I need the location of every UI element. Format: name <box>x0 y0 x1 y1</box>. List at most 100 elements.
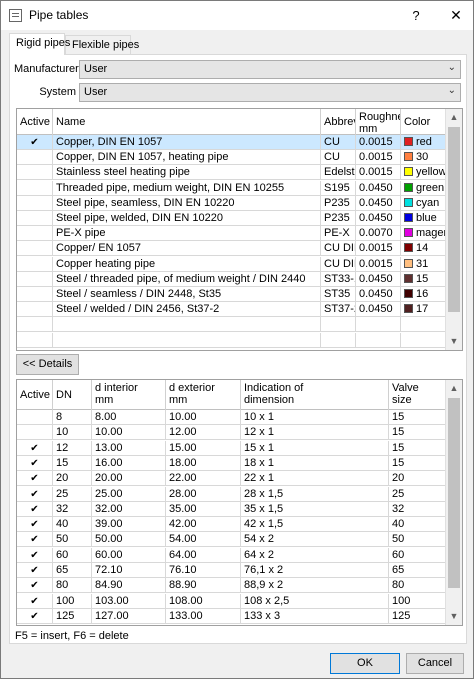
pipe-roughness-cell[interactable]: 0.0450 <box>356 180 401 196</box>
dimension-d-ext-cell[interactable]: 22.00 <box>166 471 241 487</box>
dimension-d-int-cell[interactable]: 13.00 <box>92 440 166 456</box>
pipe-row[interactable] <box>17 317 446 333</box>
dimension-row[interactable]: ✔ 50 50.00 54.00 54 x 2 50 <box>17 532 446 548</box>
active-checkbox[interactable]: ✔ <box>17 593 53 609</box>
pipe-name-cell[interactable]: Steel / threaded pipe, of medium weight … <box>53 271 321 287</box>
col-d-exterior[interactable]: d exterior mm <box>166 380 241 410</box>
dimension-row[interactable]: ✔ 32 32.00 35.00 35 x 1,5 32 <box>17 501 446 517</box>
pipe-name-cell[interactable] <box>53 332 321 348</box>
pipe-row[interactable] <box>17 332 446 348</box>
dimension-dn-cell[interactable]: 40 <box>53 517 92 533</box>
active-checkbox[interactable] <box>17 256 53 272</box>
active-checkbox[interactable] <box>17 271 53 287</box>
chevron-down-icon[interactable]: ▼ <box>446 333 462 350</box>
active-checkbox[interactable] <box>17 211 53 226</box>
pipe-row[interactable]: Steel / seamless / DIN 2448, St35 ST35 0.0… <box>17 287 446 302</box>
dimension-d-int-cell[interactable]: 16.00 <box>92 455 166 471</box>
pipe-abbrev-cell[interactable]: P235 <box>321 211 356 226</box>
color-cell[interactable]: cyan <box>401 195 446 211</box>
dimension-dim-cell[interactable]: 76,1 x 2 <box>241 563 389 578</box>
pipe-row[interactable]: Threaded pipe, medium weight, DIN EN 102… <box>17 180 446 196</box>
dimension-row[interactable]: ✔ 15 16.00 18.00 18 x 1 15 <box>17 455 446 471</box>
dimension-d-ext-cell[interactable]: 54.00 <box>166 532 241 548</box>
active-checkbox[interactable] <box>17 410 53 425</box>
system-select[interactable]: User ⌄ <box>79 83 461 102</box>
pipe-roughness-cell[interactable]: 0.0015 <box>356 150 401 166</box>
pipe-roughness-cell[interactable]: 0.0015 <box>356 256 401 272</box>
pipe-abbrev-cell[interactable] <box>321 332 356 348</box>
tab-flexible-pipes[interactable]: Flexible pipes <box>65 35 139 55</box>
pipe-abbrev-cell[interactable]: Edelst... <box>321 165 356 181</box>
dimension-valve-cell[interactable]: 20 <box>389 471 446 487</box>
color-cell[interactable]: blue <box>401 211 446 226</box>
dimension-d-int-cell[interactable]: 39.00 <box>92 517 166 533</box>
color-cell[interactable]: 31 <box>401 256 446 272</box>
pipe-abbrev-cell[interactable]: CU DIN <box>321 256 356 272</box>
dimension-dim-cell[interactable]: 22 x 1 <box>241 471 389 487</box>
active-checkbox[interactable] <box>17 165 53 181</box>
dimension-d-ext-cell[interactable]: 15.00 <box>166 440 241 456</box>
dimension-dn-cell[interactable]: 25 <box>53 486 92 502</box>
dimension-d-int-cell[interactable]: 10.00 <box>92 425 166 441</box>
dimension-d-int-cell[interactable]: 72.10 <box>92 563 166 578</box>
dimension-dim-cell[interactable]: 18 x 1 <box>241 455 389 471</box>
active-checkbox[interactable]: ✔ <box>17 517 53 533</box>
dimension-dn-cell[interactable]: 20 <box>53 471 92 487</box>
pipe-roughness-cell[interactable] <box>356 317 401 333</box>
active-checkbox[interactable]: ✔ <box>17 532 53 548</box>
dimension-dn-cell[interactable]: 50 <box>53 532 92 548</box>
pipe-name-cell[interactable]: Copper, DIN EN 1057 <box>53 135 321 150</box>
active-checkbox[interactable]: ✔ <box>17 608 53 624</box>
pipe-abbrev-cell[interactable] <box>321 317 356 333</box>
active-checkbox[interactable]: ✔ <box>17 547 53 563</box>
dimension-valve-cell[interactable]: 50 <box>389 532 446 548</box>
pipe-roughness-cell[interactable]: 0.0070 <box>356 226 401 242</box>
active-checkbox[interactable] <box>17 241 53 257</box>
dimension-dim-cell[interactable]: 133 x 3 <box>241 608 389 624</box>
dimension-d-int-cell[interactable]: 32.00 <box>92 501 166 517</box>
scrollbar-thumb[interactable] <box>448 127 460 312</box>
dimension-row[interactable]: ✔ 60 60.00 64.00 64 x 2 60 <box>17 547 446 563</box>
dimension-row[interactable]: 10 10.00 12.00 12 x 1 15 <box>17 425 446 441</box>
dimension-d-int-cell[interactable]: 103.00 <box>92 593 166 609</box>
pipe-name-cell[interactable]: Steel / welded / DIN 2456, St37-2 <box>53 302 321 318</box>
dimension-d-ext-cell[interactable]: 28.00 <box>166 486 241 502</box>
dimension-d-int-cell[interactable]: 25.00 <box>92 486 166 502</box>
chevron-down-icon[interactable]: ▼ <box>446 608 462 625</box>
dimension-valve-cell[interactable]: 40 <box>389 517 446 533</box>
color-cell[interactable]: 16 <box>401 287 446 302</box>
dimension-dn-cell[interactable]: 60 <box>53 547 92 563</box>
pipe-row[interactable]: Copper/ EN 1057CU DIN0.0015 14 <box>17 241 446 257</box>
dimension-d-int-cell[interactable]: 8.00 <box>92 410 166 425</box>
dimension-d-int-cell[interactable]: 50.00 <box>92 532 166 548</box>
dimension-dn-cell[interactable]: 100 <box>53 593 92 609</box>
chevron-up-icon[interactable]: ▲ <box>446 380 462 397</box>
color-cell[interactable] <box>401 332 446 348</box>
pipe-roughness-cell[interactable]: 0.0450 <box>356 271 401 287</box>
pipe-abbrev-cell[interactable]: CU DIN <box>321 241 356 257</box>
active-checkbox[interactable] <box>17 180 53 196</box>
dimension-row[interactable]: ✔ 25 25.00 28.00 28 x 1,5 25 <box>17 486 446 502</box>
dimension-d-ext-cell[interactable]: 64.00 <box>166 547 241 563</box>
dimension-row[interactable]: ✔ 125 127.00 133.00 133 x 3 125 <box>17 608 446 624</box>
active-checkbox[interactable] <box>17 425 53 441</box>
scrollbar-thumb[interactable] <box>448 398 460 588</box>
color-cell[interactable]: 30 <box>401 150 446 166</box>
dimension-valve-cell[interactable]: 15 <box>389 440 446 456</box>
pipe-name-cell[interactable]: Copper/ EN 1057 <box>53 241 321 257</box>
help-button[interactable]: ? <box>399 1 433 30</box>
dimension-d-ext-cell[interactable]: 133.00 <box>166 608 241 624</box>
active-checkbox[interactable] <box>17 287 53 302</box>
pipe-row[interactable]: Stainless steel heating pipeEdelst...0.0… <box>17 165 446 181</box>
dimension-d-ext-cell[interactable]: 108.00 <box>166 593 241 609</box>
active-checkbox[interactable] <box>17 302 53 318</box>
dimension-d-int-cell[interactable]: 127.00 <box>92 608 166 624</box>
dimension-row[interactable]: ✔ 12 13.00 15.00 15 x 1 15 <box>17 440 446 456</box>
dimension-d-ext-cell[interactable]: 88.90 <box>166 578 241 594</box>
col-name[interactable]: Name <box>53 109 321 135</box>
active-checkbox[interactable]: ✔ <box>17 486 53 502</box>
pipe-row[interactable]: Steel pipe, welded, DIN EN 10220 P235 0.04… <box>17 211 446 226</box>
dimension-d-int-cell[interactable]: 84.90 <box>92 578 166 594</box>
dimension-valve-cell[interactable]: 65 <box>389 563 446 578</box>
col-dn[interactable]: DN <box>53 380 92 410</box>
